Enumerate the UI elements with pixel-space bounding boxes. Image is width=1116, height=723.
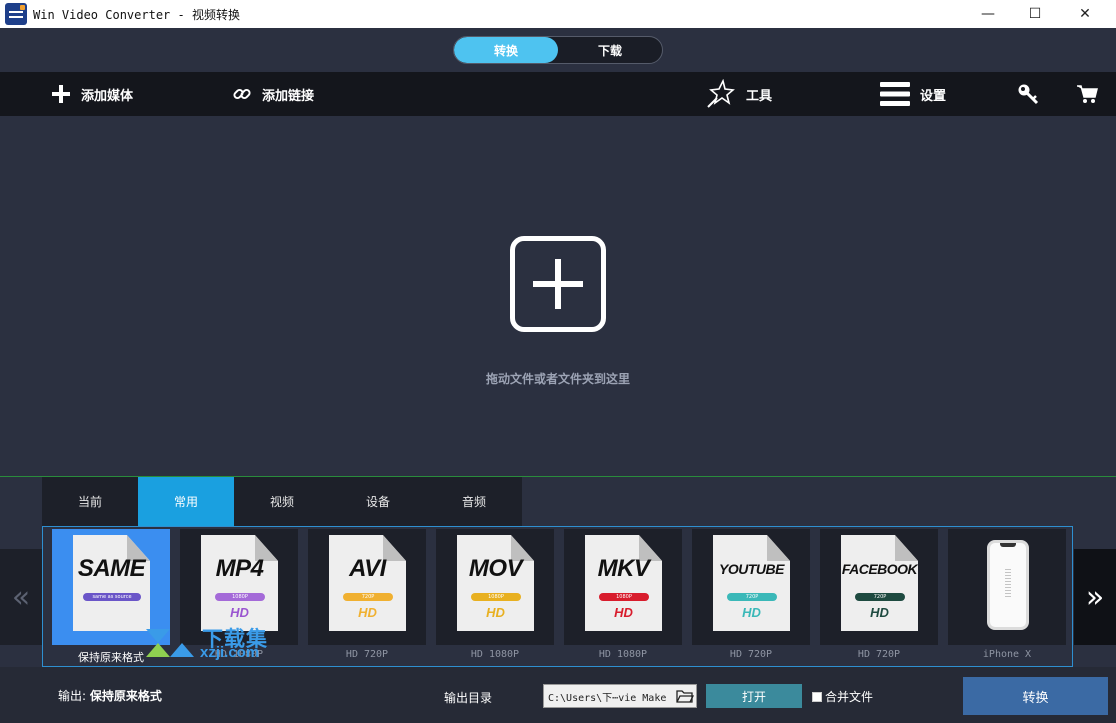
- format-item[interactable]: YOUTUBE 720P HD HD 720P: [692, 527, 810, 666]
- resolution-badge: 720P: [855, 593, 905, 601]
- format-name: MOV: [468, 555, 523, 582]
- magic-wand-icon: [706, 79, 736, 109]
- tab-current[interactable]: 当前: [42, 477, 138, 526]
- cart-icon: [1076, 83, 1098, 105]
- mode-switch: 转换 下载: [453, 36, 663, 64]
- hd-label: HD: [486, 605, 505, 620]
- scroll-left-button[interactable]: «: [0, 549, 42, 645]
- format-name: MKV: [597, 555, 650, 582]
- convert-button[interactable]: 转换: [963, 677, 1108, 715]
- bottom-bar: 输出: 保持原来格式 输出目录 C:\Users\下⋯vie Make 打开 合…: [0, 667, 1116, 723]
- format-panel: 当前 常用 视频 设备 音频 « » SAME same as source 保持原…: [0, 477, 1116, 667]
- format-caption: HD 1080P: [598, 649, 648, 660]
- watermark-logo-icon: [146, 629, 194, 657]
- format-item[interactable]: FACEBOOK 720P HD HD 720P: [820, 527, 938, 666]
- title-bar: Win Video Converter - 视频转换 — ☐ ✕: [0, 0, 1116, 28]
- format-caption: iPhone X: [982, 649, 1032, 660]
- tab-convert[interactable]: 转换: [454, 37, 558, 63]
- minimize-button[interactable]: —: [963, 0, 1013, 28]
- add-link-button[interactable]: 添加链接: [232, 72, 314, 116]
- tab-video[interactable]: 视频: [234, 477, 330, 526]
- watermark-url: xzji.com: [200, 644, 260, 661]
- menu-icon: [880, 81, 910, 107]
- settings-label: 设置: [920, 88, 947, 104]
- settings-button[interactable]: 设置: [880, 72, 946, 116]
- app-window: Win Video Converter - 视频转换 — ☐ ✕ 转换 下载 添…: [0, 0, 1116, 723]
- toolbar: 添加媒体 添加链接 工具 设置: [0, 72, 1116, 116]
- app-logo-icon: [5, 3, 27, 25]
- checkbox-box[interactable]: [812, 691, 822, 702]
- drop-area[interactable]: 拖动文件或者文件夹到这里: [0, 116, 1116, 476]
- hd-label: HD: [614, 605, 633, 620]
- merge-files-label: 合并文件: [825, 690, 874, 704]
- mode-row: 转换 下载: [0, 28, 1116, 72]
- output-dir-label: 输出目录: [444, 691, 493, 705]
- format-item[interactable]: AVI 720P HD HD 720P: [308, 527, 426, 666]
- format-caption: HD 720P: [857, 649, 901, 660]
- buy-button[interactable]: [1076, 72, 1108, 116]
- tab-audio[interactable]: 音频: [426, 477, 522, 526]
- tab-download[interactable]: 下载: [558, 37, 662, 63]
- output-prefix: 输出:: [58, 689, 90, 703]
- resolution-badge: 1080P: [471, 593, 521, 601]
- tab-common[interactable]: 常用: [138, 477, 234, 526]
- output-path-field[interactable]: C:\Users\下⋯vie Make: [543, 684, 697, 708]
- drop-hint: 拖动文件或者文件夹到这里: [485, 372, 630, 386]
- resolution-badge: 720P: [343, 593, 393, 601]
- folder-icon[interactable]: [676, 688, 695, 704]
- add-media-button[interactable]: 添加媒体: [51, 72, 133, 116]
- format-tabs: 当前 常用 视频 设备 音频: [42, 477, 522, 526]
- add-media-label: 添加媒体: [81, 88, 134, 104]
- link-icon: [232, 84, 252, 104]
- format-caption: HD 1080P: [470, 649, 520, 660]
- close-button[interactable]: ✕: [1060, 0, 1110, 28]
- tools-button[interactable]: 工具: [706, 72, 772, 116]
- resolution-badge: 720P: [727, 593, 777, 601]
- format-name: MP4: [215, 555, 264, 582]
- format-name: FACEBOOK: [841, 561, 918, 577]
- format-name: SAME: [77, 555, 146, 582]
- maximize-button[interactable]: ☐: [1010, 0, 1060, 28]
- resolution-badge: same as source: [83, 593, 141, 601]
- key-icon: [1017, 83, 1039, 105]
- add-file-icon[interactable]: [510, 236, 606, 332]
- open-folder-button[interactable]: 打开: [706, 684, 802, 708]
- phone-screen-text: [1005, 569, 1011, 599]
- output-format-label: 输出: 保持原来格式: [58, 687, 162, 704]
- add-link-label: 添加链接: [262, 88, 315, 104]
- hd-label: HD: [358, 605, 377, 620]
- format-item[interactable]: MKV 1080P HD HD 1080P: [564, 527, 682, 666]
- hd-label: HD: [742, 605, 761, 620]
- tools-label: 工具: [746, 88, 773, 104]
- resolution-badge: 1080P: [599, 593, 649, 601]
- output-format-value: 保持原来格式: [89, 689, 162, 703]
- phone-notch: [1000, 543, 1016, 547]
- iphone-icon: [987, 540, 1029, 630]
- format-item[interactable]: iPhone X: [948, 527, 1066, 666]
- hd-label: HD: [230, 605, 249, 620]
- scroll-right-button[interactable]: »: [1074, 549, 1116, 645]
- format-item[interactable]: MOV 1080P HD HD 1080P: [436, 527, 554, 666]
- window-title: Win Video Converter - 视频转换: [33, 7, 240, 22]
- hd-label: HD: [870, 605, 889, 620]
- register-key-button[interactable]: [1017, 72, 1049, 116]
- plus-icon: [51, 84, 71, 104]
- watermark: 下载集 xzji.com: [142, 623, 282, 667]
- resolution-badge: 1080P: [215, 593, 265, 601]
- format-caption: HD 720P: [345, 649, 389, 660]
- merge-files-checkbox[interactable]: 合并文件: [812, 688, 873, 705]
- format-caption: HD 720P: [729, 649, 773, 660]
- format-name: AVI: [349, 555, 386, 582]
- tab-device[interactable]: 设备: [330, 477, 426, 526]
- format-name: YOUTUBE: [719, 561, 784, 577]
